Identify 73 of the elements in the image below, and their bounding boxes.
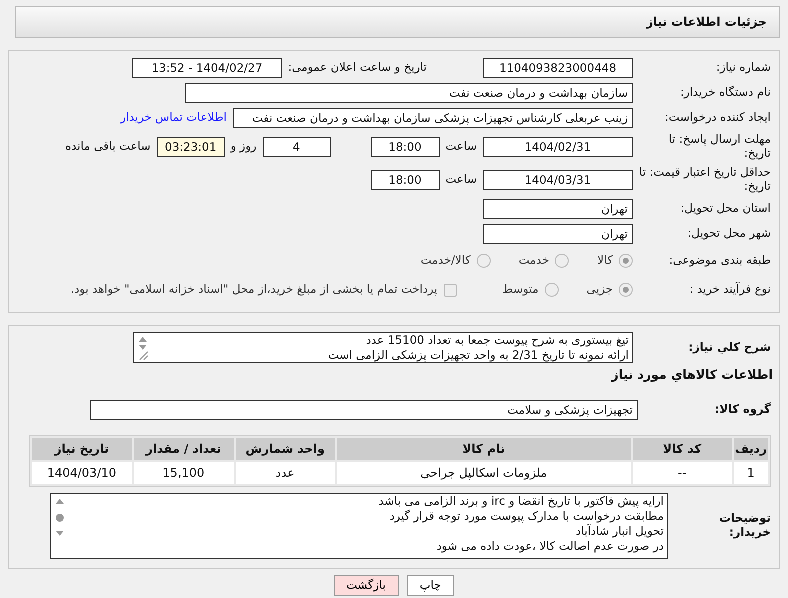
field-value: 1104093823000448 xyxy=(483,58,633,78)
field-value: 18:00 xyxy=(370,137,440,157)
table-cell: عدد xyxy=(236,462,336,484)
field-label: مهلت ارسال پاسخ: تا تاریخ: xyxy=(668,133,772,161)
field-value: تهران xyxy=(483,199,633,219)
radio-button[interactable] xyxy=(619,254,633,268)
print-button[interactable]: چاپ xyxy=(406,574,454,596)
table-cell: 1 xyxy=(734,462,768,484)
column-header: نام کالا xyxy=(337,438,631,460)
field-label: ساعت xyxy=(446,171,477,188)
field-label: ساعت xyxy=(446,138,477,156)
page-title: جزئیات اطلاعات نیاز xyxy=(646,14,767,31)
text-line: در صورت عدم اصالت کالا ،عودت داده می شود xyxy=(436,538,664,554)
countdown-value: 03:23:01 xyxy=(156,137,225,157)
field-label: ساعت باقی مانده xyxy=(66,138,151,156)
text-area[interactable]: تیغ بیستوری به شرح پیوست جمعا به تعداد 15100 عدد ارائه نمونه تا تاریخ 2/31 به واحد تجهیزات پزشکی الزامی است xyxy=(133,332,633,363)
field-label: نوع فرآیند خرید : xyxy=(688,283,772,297)
column-header: تعداد / مقدار xyxy=(134,438,234,460)
radio-button[interactable] xyxy=(555,254,570,268)
field-label: ایجاد کننده درخواست: xyxy=(664,111,772,125)
checkbox[interactable] xyxy=(444,284,457,296)
option-label: خدمت xyxy=(518,252,550,270)
field-label: حداقل تاریخ اعتبار قیمت: تا تاریخ: xyxy=(639,166,772,194)
radio-option[interactable]: کالا xyxy=(597,252,633,270)
option-label: متوسط xyxy=(502,281,539,298)
field-value: 18:00 xyxy=(370,170,440,190)
radio-option[interactable]: جزیی xyxy=(586,281,633,299)
table-cell: 1404/03/10 xyxy=(32,462,132,484)
table-cell: 15,100 xyxy=(134,462,234,484)
radio-button[interactable] xyxy=(619,283,633,297)
radio-button[interactable] xyxy=(544,283,559,297)
text-line: ارائه نمونه تا تاریخ 2/31 به واحد تجهیزات پزشکی الزامی است xyxy=(327,348,629,363)
radio-option[interactable]: متوسط xyxy=(502,281,559,299)
column-header: تاریخ نیاز xyxy=(32,438,132,460)
text-line: تحویل انبار شادآباد xyxy=(576,524,664,539)
field-value: 1404/03/31 xyxy=(483,170,633,190)
checkbox-label: پرداخت تمام یا بخشی از مبلغ خرید،از محل "اسناد خزانه اسلامی" خواهد بود. xyxy=(70,281,438,298)
field-value: تجهیزات پزشکی و سلامت xyxy=(90,400,638,420)
option-label: کالا xyxy=(597,252,613,270)
radio-option[interactable]: کالا/خدمت xyxy=(420,252,491,270)
text-line: ارایه پیش فاکتور با تاریخ انقضا و irc و برند الزامی می باشد xyxy=(378,494,664,509)
field-label: نام دستگاه خریدار: xyxy=(679,86,772,100)
field-label: استان محل تحویل: xyxy=(680,202,772,216)
field-label: روز و xyxy=(230,138,257,156)
field-label: شماره نیاز: xyxy=(715,61,772,75)
field-label: تاریخ و ساعت اعلان عمومی: xyxy=(288,59,427,76)
text-line: مطابقت درخواست با مدارک پیوست مورد توجه قرار گیرد xyxy=(388,508,664,523)
field-label: شرح کلي نياز: xyxy=(688,340,772,354)
section-title: اطلاعات کالاهاي مورد نياز xyxy=(610,366,774,384)
field-value: 4 xyxy=(262,137,331,157)
field-label: شهر محل تحویل: xyxy=(686,227,772,241)
radio-option[interactable]: خدمت xyxy=(518,252,570,270)
field-label: طبقه بندی موضوعی: xyxy=(668,254,772,268)
field-label: توضیحات خریدار: xyxy=(718,512,772,540)
field-value: تهران xyxy=(483,224,633,244)
text-area[interactable]: ارایه پیش فاکتور با تاریخ انقضا و irc و برند الزامی می باشد مطابقت درخواست با مدارک پیوست مورد توجه قرار گیرد تحویل انبار شادآباد در صورت عدم اصالت کالا ،عودت داده می شود xyxy=(50,492,668,559)
option-label: جزیی xyxy=(586,281,613,298)
contact-link[interactable]: اطلاعات تماس خریدار xyxy=(120,109,227,127)
option-label: کالا/خدمت xyxy=(420,252,471,270)
field-label: گروه کالا: xyxy=(714,402,772,417)
field-value: زینب عربعلی کارشناس تجهیزات پزشکی سازمان بهداشت و درمان صنعت نفت xyxy=(233,108,633,128)
column-header: ردیف xyxy=(734,438,768,460)
column-header: واحد شمارش xyxy=(236,438,336,460)
scrollbar-icon[interactable] xyxy=(136,335,150,361)
text-line: تیغ بیستوری به شرح پیوست جمعا به تعداد 15100 عدد xyxy=(365,333,629,348)
column-header: کد کالا xyxy=(632,438,732,460)
table-cell: -- xyxy=(632,462,732,484)
field-value: 1404/02/31 xyxy=(483,137,633,157)
back-button[interactable]: بازگشت xyxy=(334,574,399,596)
table-cell: ملزومات اسکالپل جراحی xyxy=(337,462,631,484)
field-value: 1404/02/27 - 13:52 xyxy=(132,58,282,78)
field-value: سازمان بهداشت و درمان صنعت نفت xyxy=(185,83,633,103)
radio-button[interactable] xyxy=(476,254,491,268)
